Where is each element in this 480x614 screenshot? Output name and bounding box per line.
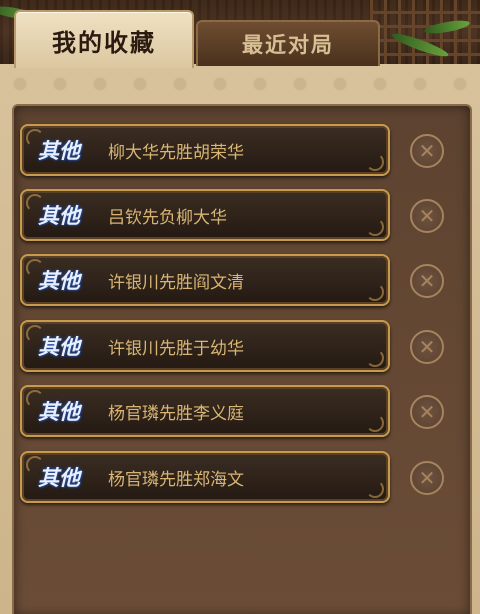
game-title: 柳大华先胜胡荣华 xyxy=(108,142,244,163)
delete-button[interactable]: ✕ xyxy=(410,330,444,364)
game-title: 杨官璘先胜郑海文 xyxy=(108,469,244,490)
close-circle-icon: ✕ xyxy=(418,269,436,293)
close-circle-icon: ✕ xyxy=(418,139,436,163)
category-badge: 其他 xyxy=(38,203,80,228)
category-badge: 其他 xyxy=(38,138,80,163)
delete-button[interactable]: ✕ xyxy=(410,264,444,298)
lattice-window-decoration xyxy=(370,0,480,70)
game-title: 吕钦先负柳大华 xyxy=(108,207,227,228)
category-badge: 其他 xyxy=(38,334,80,359)
tab-my-favorites[interactable]: 我的收藏 xyxy=(14,10,194,68)
game-title: 许银川先胜于幼华 xyxy=(108,338,244,359)
list-item[interactable]: 其他 许银川先胜阎文清 xyxy=(20,254,390,306)
category-badge: 其他 xyxy=(38,399,80,424)
list-item[interactable]: 其他 吕钦先负柳大华 xyxy=(20,189,390,241)
list-item[interactable]: 其他 许银川先胜于幼华 xyxy=(20,320,390,372)
close-circle-icon: ✕ xyxy=(418,400,436,424)
list-item[interactable]: 其他 杨官璘先胜李义庭 xyxy=(20,385,390,437)
close-circle-icon: ✕ xyxy=(418,204,436,228)
category-badge: 其他 xyxy=(38,465,80,490)
delete-button[interactable]: ✕ xyxy=(410,461,444,495)
delete-button[interactable]: ✕ xyxy=(410,199,444,233)
game-title: 杨官璘先胜李义庭 xyxy=(108,403,244,424)
delete-button[interactable]: ✕ xyxy=(410,395,444,429)
close-circle-icon: ✕ xyxy=(418,335,436,359)
game-title: 许银川先胜阎文清 xyxy=(108,272,244,293)
tab-label: 我的收藏 xyxy=(52,27,156,57)
tab-recent-games[interactable]: 最近对局 xyxy=(196,20,380,66)
list-item[interactable]: 其他 柳大华先胜胡荣华 xyxy=(20,124,390,176)
tab-label: 最近对局 xyxy=(242,32,334,57)
list-item[interactable]: 其他 杨官璘先胜郑海文 xyxy=(20,451,390,503)
delete-button[interactable]: ✕ xyxy=(410,134,444,168)
category-badge: 其他 xyxy=(38,268,80,293)
close-circle-icon: ✕ xyxy=(418,466,436,490)
